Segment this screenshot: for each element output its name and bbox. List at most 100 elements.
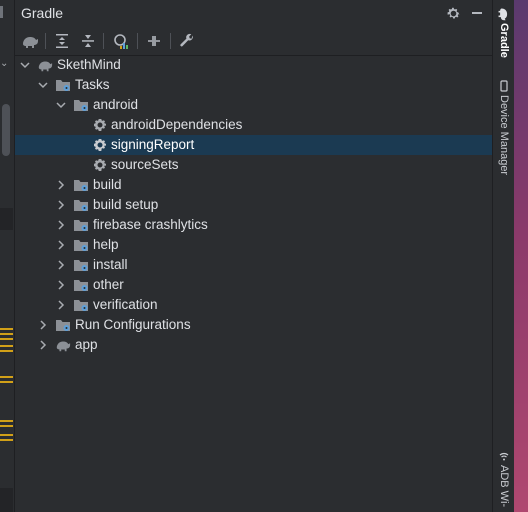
change-marker [0, 425, 13, 427]
tree-node-project[interactable]: SkethMind [15, 55, 492, 75]
task-folder-icon [56, 80, 70, 91]
tree-label: help [93, 237, 119, 252]
chevron-right-icon[interactable] [55, 299, 67, 311]
tab-device-manager-label: Device Manager [498, 95, 510, 176]
tree-node-group[interactable]: firebase crashlytics [15, 215, 492, 235]
change-marker [0, 338, 13, 340]
tree-label: androidDependencies [111, 117, 243, 132]
tree-label: android [93, 97, 139, 112]
tree-label: app [75, 337, 98, 352]
tree-node-task-selected[interactable]: signingReport [15, 135, 492, 155]
task-folder-icon [74, 180, 88, 191]
change-marker [0, 345, 13, 347]
strip-band [0, 488, 13, 512]
chevron-right-icon[interactable] [37, 339, 49, 351]
tree-label: verification [93, 297, 158, 312]
tree-node-group[interactable]: verification [15, 295, 492, 315]
run-config-folder-icon [56, 320, 70, 331]
gradle-toolbar [15, 27, 492, 56]
tree-node-group[interactable]: build setup [15, 195, 492, 215]
task-folder-icon [74, 220, 88, 231]
tab-gradle-label: Gradle [498, 23, 510, 58]
change-marker [0, 350, 13, 352]
analyze-dependencies-icon[interactable] [109, 29, 133, 53]
task-folder-icon [74, 100, 88, 111]
tree-label: other [93, 277, 124, 292]
task-folder-icon [74, 280, 88, 291]
tree-node-group[interactable]: help [15, 235, 492, 255]
change-marker [0, 376, 13, 378]
chevron-down-icon[interactable]: ⌄ [0, 58, 10, 72]
gear-icon[interactable] [443, 3, 463, 23]
chevron-right-icon[interactable] [55, 179, 67, 191]
chevron-down-icon[interactable] [19, 59, 31, 71]
tree-label: build [93, 177, 122, 192]
right-tool-stripe: Gradle Device Manager ADB Wi- [492, 0, 515, 512]
tree-node-run-configurations[interactable]: Run Configurations [15, 315, 492, 335]
tree-label: signingReport [111, 137, 195, 152]
tree-node-module[interactable]: app [15, 335, 492, 355]
tree-node-task[interactable]: androidDependencies [15, 115, 492, 135]
collapse-all-icon[interactable] [76, 29, 100, 53]
tab-adb-wifi[interactable]: ADB Wi- [493, 450, 515, 507]
wrench-icon[interactable] [175, 29, 199, 53]
tab-gradle[interactable]: Gradle [493, 8, 515, 58]
change-marker [0, 439, 13, 441]
toolbar-separator [170, 33, 171, 49]
gear-icon [94, 139, 106, 151]
gradle-elephant-icon [38, 61, 53, 72]
task-folder-icon [74, 240, 88, 251]
tab-adb-wifi-label: ADB Wi- [498, 465, 510, 508]
chevron-right-icon[interactable] [37, 319, 49, 331]
tree-node-group[interactable]: build [15, 175, 492, 195]
strip-band [0, 208, 13, 230]
toolbar-separator [137, 33, 138, 49]
change-marker [0, 420, 13, 422]
wifi-icon [499, 452, 509, 461]
tree-node-task[interactable]: sourceSets [15, 155, 492, 175]
panel-header: Gradle [15, 0, 492, 26]
toolbar-separator [45, 33, 46, 49]
minimize-icon[interactable] [467, 3, 487, 23]
toolbar-separator [103, 33, 104, 49]
chevron-right-icon[interactable] [55, 239, 67, 251]
gear-icon [94, 159, 106, 171]
gear-icon [94, 119, 106, 131]
scrollbar-thumb[interactable] [2, 104, 10, 156]
gradle-elephant-icon [498, 8, 508, 21]
tree-label: build setup [93, 197, 159, 212]
tree-label: Run Configurations [75, 317, 191, 332]
chevron-down-icon[interactable] [37, 79, 49, 91]
expand-all-icon[interactable] [50, 29, 74, 53]
gradle-elephant-icon [56, 341, 71, 352]
device-icon [500, 80, 508, 92]
tab-edge-marker [0, 6, 3, 18]
left-editor-strip: ⌄ [0, 0, 15, 512]
tree-label: sourceSets [111, 157, 179, 172]
chevron-right-icon[interactable] [55, 199, 67, 211]
chevron-right-icon[interactable] [55, 259, 67, 271]
tree-label: install [93, 257, 128, 272]
tab-device-manager[interactable]: Device Manager [493, 80, 515, 175]
panel-title: Gradle [21, 5, 64, 21]
change-marker [0, 381, 13, 383]
task-folder-icon [74, 260, 88, 271]
tree-label: firebase crashlytics [93, 217, 208, 232]
tree-node-group[interactable]: install [15, 255, 492, 275]
change-marker [0, 328, 13, 330]
gradle-elephant-icon[interactable] [18, 29, 42, 53]
tree-label: Tasks [75, 77, 110, 92]
tree-node-group[interactable]: other [15, 275, 492, 295]
chevron-down-icon[interactable] [55, 99, 67, 111]
tree-label: SkethMind [57, 57, 121, 72]
chevron-right-icon[interactable] [55, 279, 67, 291]
change-marker [0, 434, 13, 436]
task-folder-icon [74, 300, 88, 311]
task-folder-icon [74, 200, 88, 211]
toggle-offline-icon[interactable] [142, 29, 166, 53]
change-marker [0, 333, 13, 335]
tree-node-tasks[interactable]: Tasks [15, 75, 492, 95]
desktop-background-edge [514, 0, 528, 512]
tree-node-android[interactable]: android [15, 95, 492, 115]
chevron-right-icon[interactable] [55, 219, 67, 231]
